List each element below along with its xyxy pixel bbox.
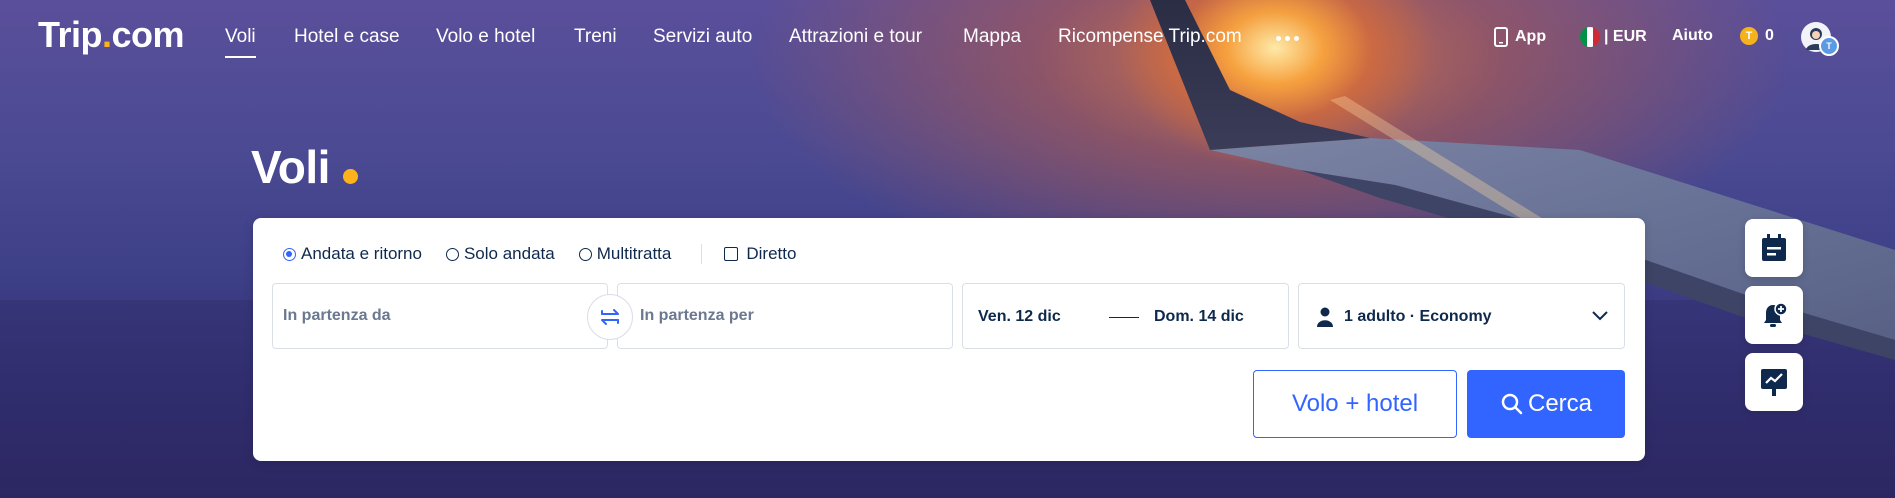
price-alert-button[interactable] — [1745, 286, 1803, 344]
calendar-icon — [1762, 234, 1786, 261]
trip-type-label: Andata e ritorno — [301, 244, 422, 263]
trip-coins[interactable]: T 0 — [1740, 27, 1774, 45]
user-avatar[interactable]: T — [1801, 22, 1839, 56]
trip-type-label: Solo andata — [463, 244, 555, 263]
flight-search-card: Andata e ritorno Solo andata Multitratta… — [253, 218, 1645, 461]
radio-checked-icon — [283, 247, 296, 261]
coins-count: 0 — [1765, 27, 1774, 44]
destination-city-input[interactable]: In partenza per — [617, 283, 953, 349]
nav-volo-e-hotel[interactable]: Volo e hotel — [436, 26, 535, 48]
nav-servizi-auto[interactable]: Servizi auto — [653, 26, 752, 48]
trip-type-multi-city[interactable]: Multitratta — [578, 244, 672, 264]
destination-placeholder: In partenza per — [640, 307, 754, 324]
top-navigation: Trip.com Voli Hotel e case Volo e hotel … — [0, 0, 1895, 78]
trip-type-label: Multitratta — [596, 244, 672, 263]
nav-ricompense[interactable]: Ricompense Trip.com — [1058, 26, 1242, 48]
radio-icon — [445, 247, 459, 261]
swap-cities-button[interactable] — [587, 294, 633, 340]
help-link[interactable]: Aiuto — [1672, 27, 1713, 45]
date-range-dash — [1109, 317, 1139, 318]
title-accent-dot — [343, 169, 358, 184]
nav-mappa[interactable]: Mappa — [963, 26, 1021, 48]
direct-flight-checkbox[interactable]: Diretto — [724, 244, 796, 264]
radio-icon — [578, 247, 592, 261]
date-range-picker[interactable]: Ven. 12 dic Dom. 14 dic — [962, 283, 1289, 349]
trip-logo[interactable]: Trip.com — [38, 14, 185, 56]
calendar-shortcut-button[interactable] — [1745, 219, 1803, 277]
nav-voli[interactable]: Voli — [225, 26, 256, 58]
departure-date: Ven. 12 dic — [978, 308, 1061, 325]
italy-flag-icon — [1580, 27, 1600, 47]
page-title: Voli — [251, 141, 330, 193]
trip-type-one-way[interactable]: Solo andata — [445, 244, 555, 264]
search-icon — [1501, 393, 1523, 415]
price-alert-icon — [1764, 302, 1788, 327]
price-trend-button[interactable] — [1745, 353, 1803, 411]
member-badge-icon: T — [1819, 36, 1839, 56]
passengers-value: 1 adulto · Economy — [1344, 308, 1492, 325]
search-button-label: Cerca — [1527, 390, 1593, 417]
departure-placeholder: In partenza da — [283, 307, 391, 324]
search-button[interactable]: Cerca — [1467, 370, 1625, 438]
trip-type-selector: Andata e ritorno Solo andata Multitratta… — [283, 244, 820, 264]
nav-treni[interactable]: Treni — [574, 26, 617, 48]
nav-attrazioni-e-tour[interactable]: Attrazioni e tour — [789, 26, 922, 48]
person-icon — [1317, 307, 1333, 327]
direct-label: Diretto — [746, 244, 797, 263]
app-download-link[interactable]: App — [1494, 27, 1546, 47]
divider — [701, 244, 703, 264]
swap-icon — [601, 309, 619, 325]
more-menu-icon[interactable] — [1276, 36, 1299, 41]
departure-city-input[interactable]: In partenza da — [272, 283, 608, 349]
logo-text: Trip — [38, 14, 103, 55]
app-label: App — [1515, 28, 1547, 45]
nav-hotel-e-case[interactable]: Hotel e case — [294, 26, 400, 48]
trip-type-round-trip[interactable]: Andata e ritorno — [283, 244, 422, 264]
checkbox-icon — [724, 247, 739, 261]
return-date: Dom. 14 dic — [1154, 308, 1244, 325]
language-currency-selector[interactable]: | EUR — [1580, 27, 1647, 47]
flight-hotel-button[interactable]: Volo + hotel — [1253, 370, 1457, 438]
currency-label: | EUR — [1604, 28, 1647, 45]
price-trend-icon — [1761, 369, 1787, 396]
chevron-down-icon — [1592, 311, 1608, 321]
passengers-class-selector[interactable]: 1 adulto · Economy — [1298, 283, 1625, 349]
coin-icon: T — [1740, 27, 1758, 45]
logo-suffix: com — [111, 14, 185, 55]
phone-icon — [1494, 27, 1508, 47]
logo-dot: . — [102, 14, 112, 55]
